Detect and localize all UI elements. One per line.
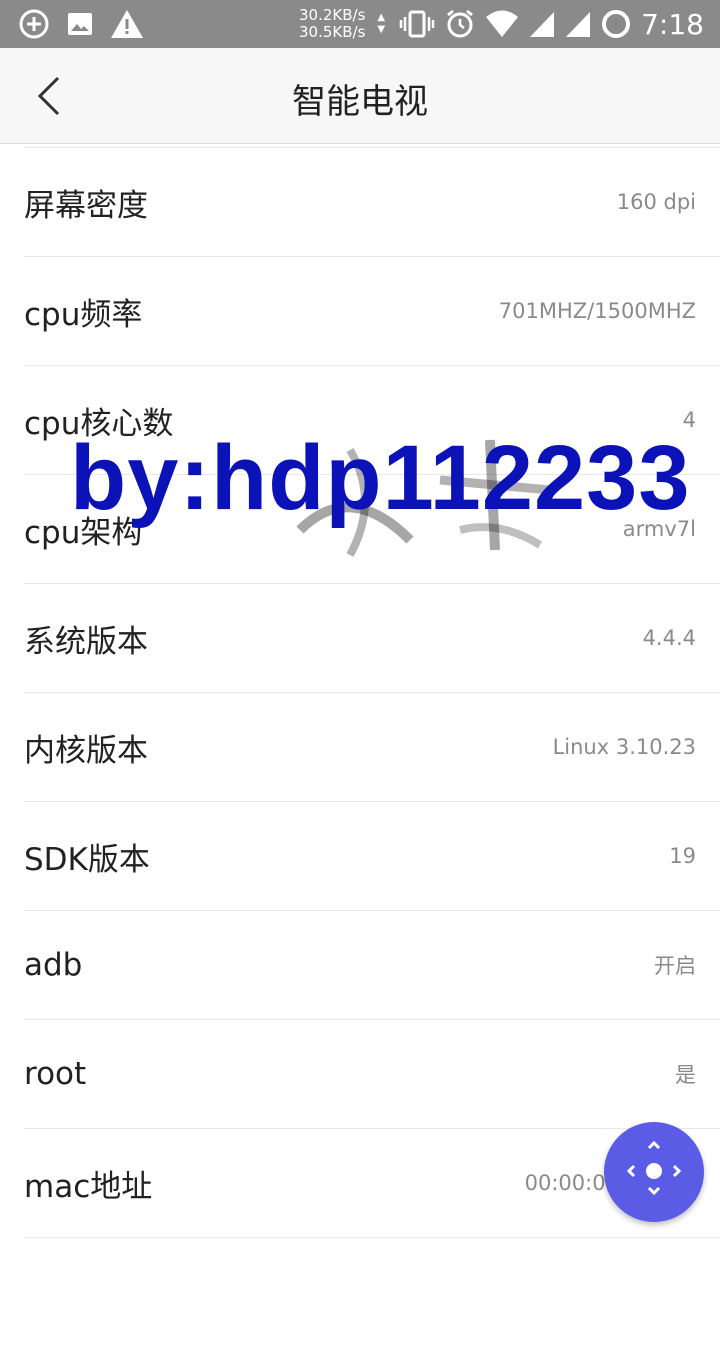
alarm-icon <box>447 9 474 38</box>
clock: 7:18 <box>641 7 704 41</box>
info-value: 701MHZ/1500MHZ <box>498 299 696 323</box>
dpad-remote-icon <box>626 1140 682 1196</box>
info-value: 4.4.4 <box>642 626 696 650</box>
info-label: adb <box>24 947 83 983</box>
info-row-kernel-version: 内核版本 Linux 3.10.23 <box>24 692 720 801</box>
status-bar: 30.2KB/s 30.5KB/s ▲ ▼ 7:18 <box>0 0 720 48</box>
up-arrow-icon: ▲ <box>377 12 386 23</box>
info-row-cpu-arch: cpu架构 armv7l <box>24 474 720 583</box>
info-row-cpu-frequency: cpu频率 701MHZ/1500MHZ <box>24 256 720 365</box>
info-row-partial <box>24 1237 720 1346</box>
info-label: 内核版本 <box>24 732 148 769</box>
info-row-screen-density: 屏幕密度 160 dpi <box>24 147 720 256</box>
net-speed-up: 30.5KB/s <box>299 23 366 41</box>
wifi-icon <box>486 10 519 37</box>
info-value: 160 dpi <box>616 190 696 214</box>
info-value: 19 <box>669 844 696 868</box>
app-bar: 智能电视 <box>0 48 720 144</box>
add-circle-icon <box>19 9 49 39</box>
signal-icon <box>566 12 591 37</box>
info-value: 开启 <box>654 954 696 978</box>
info-value: armv7l <box>622 517 696 541</box>
info-row-root: root 是 <box>24 1019 720 1128</box>
info-label: SDK版本 <box>24 841 150 878</box>
signal-icon <box>530 12 555 37</box>
info-row-adb: adb 开启 <box>24 910 720 1019</box>
info-row-cpu-cores: cpu核心数 4 <box>24 365 720 474</box>
down-arrow-icon: ▼ <box>377 24 386 35</box>
info-label: 屏幕密度 <box>24 187 148 224</box>
page-title: 智能电视 <box>292 82 428 122</box>
info-label: 系统版本 <box>24 623 148 660</box>
info-value: 是 <box>675 1063 696 1087</box>
info-value: Linux 3.10.23 <box>552 735 696 759</box>
info-label: root <box>24 1056 87 1092</box>
warning-icon <box>111 10 143 38</box>
info-label: cpu核心数 <box>24 405 174 442</box>
info-row-sdk-version: SDK版本 19 <box>24 801 720 910</box>
info-value: 4 <box>682 408 696 432</box>
image-icon <box>68 13 92 35</box>
vibrate-icon <box>399 10 435 38</box>
info-row-system-version: 系统版本 4.4.4 <box>24 583 720 692</box>
battery-ring-icon <box>602 10 631 38</box>
info-label: cpu频率 <box>24 296 143 333</box>
info-label: cpu架构 <box>24 514 143 551</box>
info-label: mac地址 <box>24 1168 153 1205</box>
net-speed-down: 30.2KB/s <box>299 6 366 24</box>
remote-control-fab[interactable] <box>604 1122 704 1222</box>
